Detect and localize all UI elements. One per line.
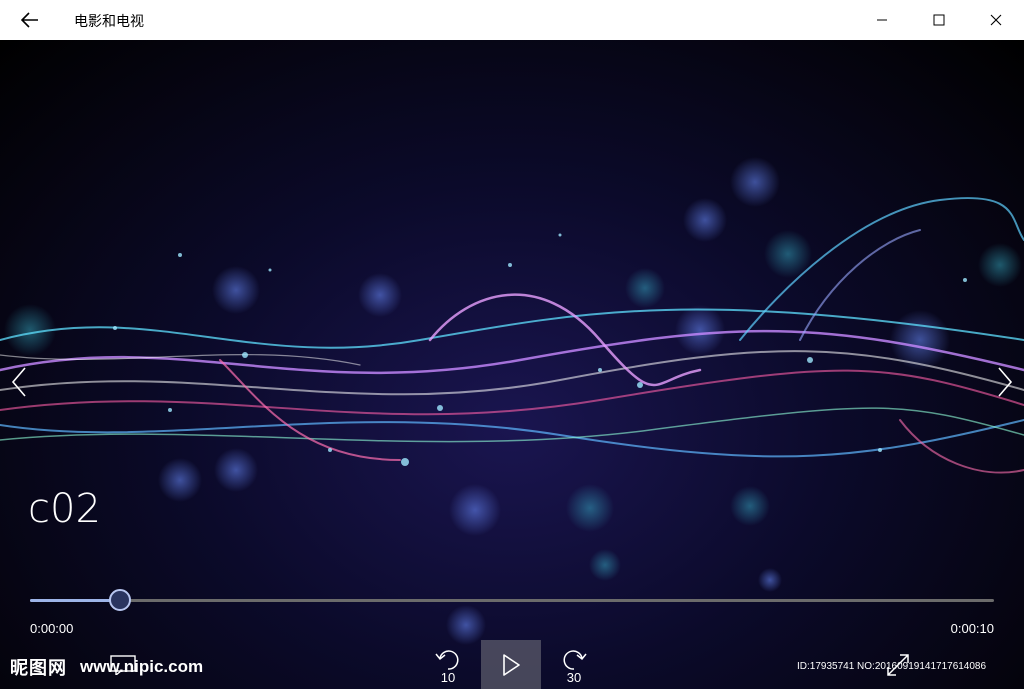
next-button[interactable] [990,362,1020,402]
previous-button[interactable] [4,362,34,402]
play-button[interactable] [481,640,541,689]
maximize-button[interactable] [910,0,967,40]
seek-bar-progress [30,599,120,602]
skip-forward-button[interactable]: 30 [550,640,598,689]
total-time: 0:00:10 [950,621,994,636]
close-button[interactable] [967,0,1024,40]
minimize-icon [876,19,887,21]
back-button[interactable] [0,0,60,40]
app-title: 电影和电视 [74,14,144,30]
close-icon [990,14,1001,26]
current-time: 0:00:00 [30,621,74,636]
seek-bar[interactable] [30,599,994,602]
maximize-icon [933,14,944,26]
video-title: c02 [28,486,101,532]
fullscreen-button[interactable] [874,640,922,689]
skip-forward-seconds: 30 [566,670,582,685]
watermark-logo: 昵图网 [10,658,67,679]
chevron-left-icon [11,367,26,397]
fullscreen-icon [887,653,909,676]
video-player[interactable]: c02 0:00:00 0:00:10 昵图网 www.nipic.com ID… [0,40,1024,689]
arrow-left-icon [21,12,38,28]
minimize-button[interactable] [853,0,910,40]
subtitles-button[interactable] [100,640,146,689]
skip-back-seconds: 10 [440,670,456,685]
play-icon [503,653,520,676]
seek-thumb[interactable] [108,589,131,611]
chevron-right-icon [998,367,1013,397]
video-frame [0,157,1024,645]
subtitles-icon [110,654,136,675]
skip-back-button[interactable]: 10 [424,640,472,689]
title-bar: 电影和电视 [0,0,1024,40]
